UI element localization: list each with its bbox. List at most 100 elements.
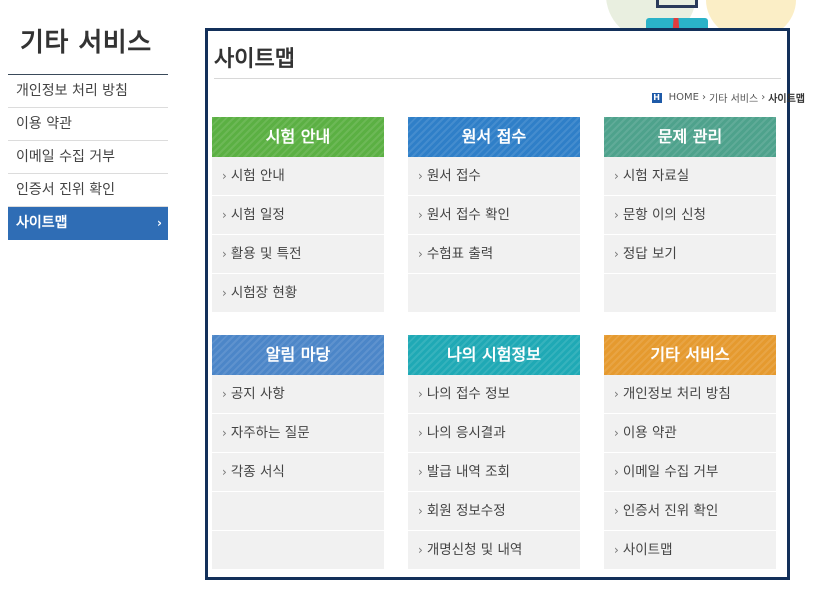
- sitemap-link-label: 수험표 출력: [426, 246, 494, 262]
- sitemap-link-label: 나의 접수 정보: [426, 386, 510, 402]
- sitemap-link[interactable]: › 원서 접수: [408, 157, 580, 196]
- chevron-right-icon: ›: [614, 504, 619, 518]
- sitemap-card-application: 원서 접수 › 원서 접수 › 원서 접수 확인 › 수험표 출력: [408, 117, 580, 313]
- sitemap-link[interactable]: › 원서 접수 확인: [408, 196, 580, 235]
- sidebar-item-terms[interactable]: 이용 약관: [8, 108, 168, 141]
- sitemap-link-label: 시험장 현황: [230, 285, 298, 301]
- chevron-right-icon: ›: [614, 465, 619, 479]
- sitemap-card-title[interactable]: 문제 관리: [604, 117, 776, 157]
- sitemap-link-list: › 공지 사항 › 자주하는 질문 › 각종 서식: [212, 375, 384, 570]
- chevron-right-icon: ›: [418, 169, 423, 183]
- sidebar-item-certificate-verify[interactable]: 인증서 진위 확인: [8, 174, 168, 207]
- sitemap-link[interactable]: › 인증서 진위 확인: [604, 492, 776, 531]
- breadcrumb-separator: ›: [702, 92, 706, 103]
- chevron-right-icon: ›: [222, 387, 227, 401]
- glasses-icon: [656, 0, 698, 8]
- sitemap-link-label: 이메일 수집 거부: [622, 464, 719, 480]
- sitemap-link-label: 시험 안내: [230, 168, 285, 184]
- sitemap-link-label: 정답 보기: [622, 246, 677, 262]
- sitemap-card-title[interactable]: 시험 안내: [212, 117, 384, 157]
- sitemap-link-list: › 시험 안내 › 시험 일정 › 활용 및 특전 › 시험장 현황: [212, 157, 384, 313]
- sitemap-link-label: 회원 정보수정: [426, 503, 506, 519]
- sitemap-link[interactable]: › 이용 약관: [604, 414, 776, 453]
- breadcrumb-separator: ›: [761, 92, 766, 103]
- chevron-right-icon: ›: [418, 543, 423, 557]
- sitemap-link[interactable]: › 활용 및 특전: [212, 235, 384, 274]
- chevron-right-icon: ›: [418, 504, 423, 518]
- empty-list-slot: [212, 531, 384, 570]
- chevron-right-icon: ›: [614, 169, 619, 183]
- sitemap-link-label: 원서 접수: [426, 168, 481, 184]
- sitemap-link-label: 시험 자료실: [622, 168, 690, 184]
- chevron-right-icon: ›: [418, 387, 423, 401]
- chevron-right-icon: ›: [157, 216, 162, 230]
- sitemap-link[interactable]: › 사이트맵: [604, 531, 776, 570]
- sitemap-link[interactable]: › 발급 내역 조회: [408, 453, 580, 492]
- sitemap-link-label: 각종 서식: [230, 464, 285, 480]
- sitemap-link-list: › 나의 접수 정보 › 나의 응시결과 › 발급 내역 조회 › 회원 정보수정 › 개명신청 …: [408, 375, 580, 570]
- chevron-right-icon: ›: [222, 208, 227, 222]
- sitemap-card-title[interactable]: 원서 접수: [408, 117, 580, 157]
- sitemap-link-label: 사이트맵: [622, 542, 673, 558]
- sitemap-link[interactable]: › 시험 일정: [212, 196, 384, 235]
- sitemap-card-title[interactable]: 나의 시험정보: [408, 335, 580, 375]
- sidebar-item-label: 사이트맵: [16, 215, 68, 231]
- sitemap-link[interactable]: › 공지 사항: [212, 375, 384, 414]
- chevron-right-icon: ›: [418, 208, 423, 222]
- sitemap-card-exam-info: 시험 안내 › 시험 안내 › 시험 일정 › 활용 및 특전 › 시험장 현황: [212, 117, 384, 313]
- sidebar-title: 기타 서비스: [20, 28, 152, 58]
- empty-list-slot: [408, 274, 580, 313]
- chevron-right-icon: ›: [222, 465, 227, 479]
- breadcrumb-section[interactable]: 기타 서비스: [709, 90, 758, 105]
- sitemap-link-label: 나의 응시결과: [426, 425, 506, 441]
- sitemap-link[interactable]: › 개인정보 처리 방침: [604, 375, 776, 414]
- breadcrumb-home[interactable]: HOME: [669, 92, 699, 103]
- divider: [214, 78, 781, 79]
- sidebar-item-sitemap[interactable]: 사이트맵 ›: [8, 207, 168, 240]
- sitemap-link-label: 개명신청 및 내역: [426, 542, 523, 558]
- chevron-right-icon: ›: [614, 543, 619, 557]
- breadcrumb: H HOME › 기타 서비스 › 사이트맵: [651, 90, 805, 105]
- chevron-right-icon: ›: [614, 247, 619, 261]
- chevron-right-icon: ›: [614, 387, 619, 401]
- sitemap-link[interactable]: › 시험 안내: [212, 157, 384, 196]
- chevron-right-icon: ›: [222, 169, 227, 183]
- chevron-right-icon: ›: [614, 208, 619, 222]
- sitemap-link[interactable]: › 자주하는 질문: [212, 414, 384, 453]
- sitemap-card-other-services: 기타 서비스 › 개인정보 처리 방침 › 이용 약관 › 이메일 수집 거부 › 인증서 진위…: [604, 335, 776, 570]
- sitemap-link-label: 자주하는 질문: [230, 425, 310, 441]
- sitemap-link[interactable]: › 개명신청 및 내역: [408, 531, 580, 570]
- sitemap-link-label: 인증서 진위 확인: [622, 503, 719, 519]
- sitemap-card-question-management: 문제 관리 › 시험 자료실 › 문항 이의 신청 › 정답 보기: [604, 117, 776, 313]
- sitemap-card-title[interactable]: 알림 마당: [212, 335, 384, 375]
- sitemap-link[interactable]: › 이메일 수집 거부: [604, 453, 776, 492]
- sitemap-link-label: 개인정보 처리 방침: [622, 386, 731, 402]
- sitemap-link[interactable]: › 각종 서식: [212, 453, 384, 492]
- home-icon: H: [651, 92, 662, 103]
- sidebar-item-privacy-policy[interactable]: 개인정보 처리 방침: [8, 75, 168, 108]
- sitemap-link-list: › 개인정보 처리 방침 › 이용 약관 › 이메일 수집 거부 › 인증서 진위 확인 › 사이…: [604, 375, 776, 570]
- chevron-right-icon: ›: [222, 426, 227, 440]
- sitemap-link-label: 활용 및 특전: [230, 246, 302, 262]
- sitemap-link[interactable]: › 시험장 현황: [212, 274, 384, 313]
- sitemap-link-label: 시험 일정: [230, 207, 285, 223]
- sitemap-card-my-exam-info: 나의 시험정보 › 나의 접수 정보 › 나의 응시결과 › 발급 내역 조회 › 회원 정보수…: [408, 335, 580, 570]
- sitemap-link-label: 공지 사항: [230, 386, 285, 402]
- sitemap-link-label: 원서 접수 확인: [426, 207, 510, 223]
- sidebar-item-email-refusal[interactable]: 이메일 수집 거부: [8, 141, 168, 174]
- chevron-right-icon: ›: [222, 247, 227, 261]
- sitemap-link[interactable]: › 시험 자료실: [604, 157, 776, 196]
- chevron-right-icon: ›: [614, 426, 619, 440]
- sitemap-link[interactable]: › 회원 정보수정: [408, 492, 580, 531]
- chevron-right-icon: ›: [418, 247, 423, 261]
- sitemap-link-label: 문항 이의 신청: [622, 207, 706, 223]
- empty-list-slot: [212, 492, 384, 531]
- sitemap-link[interactable]: › 정답 보기: [604, 235, 776, 274]
- sitemap-link[interactable]: › 나의 접수 정보: [408, 375, 580, 414]
- sitemap-panel: 사이트맵 H HOME › 기타 서비스 › 사이트맵 시험 안내 › 시험 안내 ›…: [205, 28, 805, 580]
- sitemap-link[interactable]: › 수험표 출력: [408, 235, 580, 274]
- sitemap-card-title[interactable]: 기타 서비스: [604, 335, 776, 375]
- sitemap-link-list: › 원서 접수 › 원서 접수 확인 › 수험표 출력: [408, 157, 580, 313]
- sitemap-link[interactable]: › 문항 이의 신청: [604, 196, 776, 235]
- sitemap-link[interactable]: › 나의 응시결과: [408, 414, 580, 453]
